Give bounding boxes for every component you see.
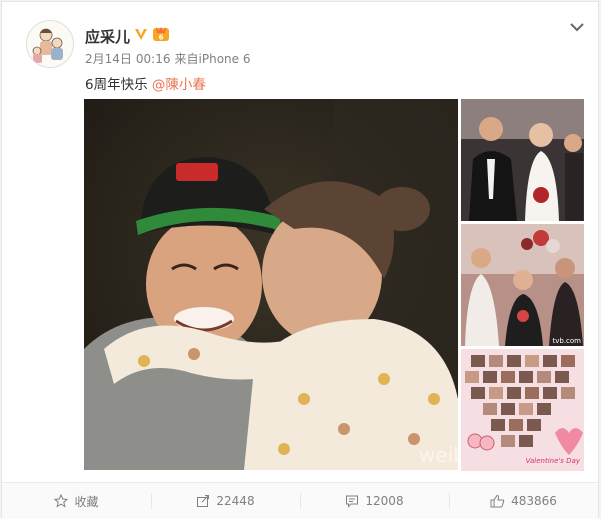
post-text: 6周年快乐 @陳小春	[85, 73, 206, 93]
weibo-post-card: 应采儿 6 2月14日 00:16来自iPhone 6 6周年快乐 @陳小春	[1, 1, 599, 519]
star-icon	[54, 494, 69, 508]
mention-link[interactable]: @陳小春	[152, 77, 206, 93]
favorite-button[interactable]: 收藏	[2, 483, 151, 519]
post-source-prefix: 来自	[174, 52, 199, 66]
ceremony-watermark: tvb.com	[552, 337, 581, 345]
chevron-down-icon[interactable]	[568, 20, 586, 34]
repost-icon	[197, 495, 210, 507]
post-source[interactable]: iPhone 6	[199, 52, 251, 66]
main-photo[interactable]: weib	[84, 99, 458, 470]
user-name[interactable]: 应采儿	[85, 26, 130, 47]
ceremony-photo	[461, 224, 584, 346]
like-count: 483866	[511, 494, 557, 508]
wedding-photo-thumbnail[interactable]	[461, 99, 584, 221]
user-avatar[interactable]	[26, 20, 74, 68]
photo-collage	[461, 349, 584, 471]
repost-button[interactable]: 22448	[151, 483, 300, 519]
post-time[interactable]: 00:16	[136, 52, 171, 66]
post-date[interactable]: 2月14日	[85, 52, 132, 66]
comment-count: 12008	[365, 494, 404, 508]
action-bar: 收藏 22448 12008 483866	[2, 482, 598, 519]
verified-v-icon	[135, 29, 147, 40]
valentine-collage-thumbnail[interactable]: Valentine's Day	[461, 349, 584, 471]
comment-icon	[346, 495, 359, 508]
cartoon-avatar-icon	[27, 21, 73, 67]
comment-button[interactable]: 12008	[300, 483, 449, 519]
post-body: 6周年快乐	[85, 77, 148, 93]
like-button[interactable]: 483866	[449, 483, 598, 519]
repost-count: 22448	[216, 494, 255, 508]
thumbs-up-icon	[490, 494, 505, 508]
vip-level-icon[interactable]: 6	[152, 26, 170, 42]
wedding-photo	[461, 99, 584, 221]
ceremony-photo-thumbnail[interactable]: tvb.com	[461, 224, 584, 346]
main-photo-watermark: weib	[419, 443, 458, 467]
valentine-text: Valentine's Day	[525, 457, 580, 465]
svg-text:6: 6	[159, 34, 164, 42]
favorite-label: 收藏	[74, 494, 99, 509]
post-meta: 2月14日 00:16 来自iPhone 6	[85, 50, 254, 67]
couple-kiss-photo	[84, 99, 458, 470]
